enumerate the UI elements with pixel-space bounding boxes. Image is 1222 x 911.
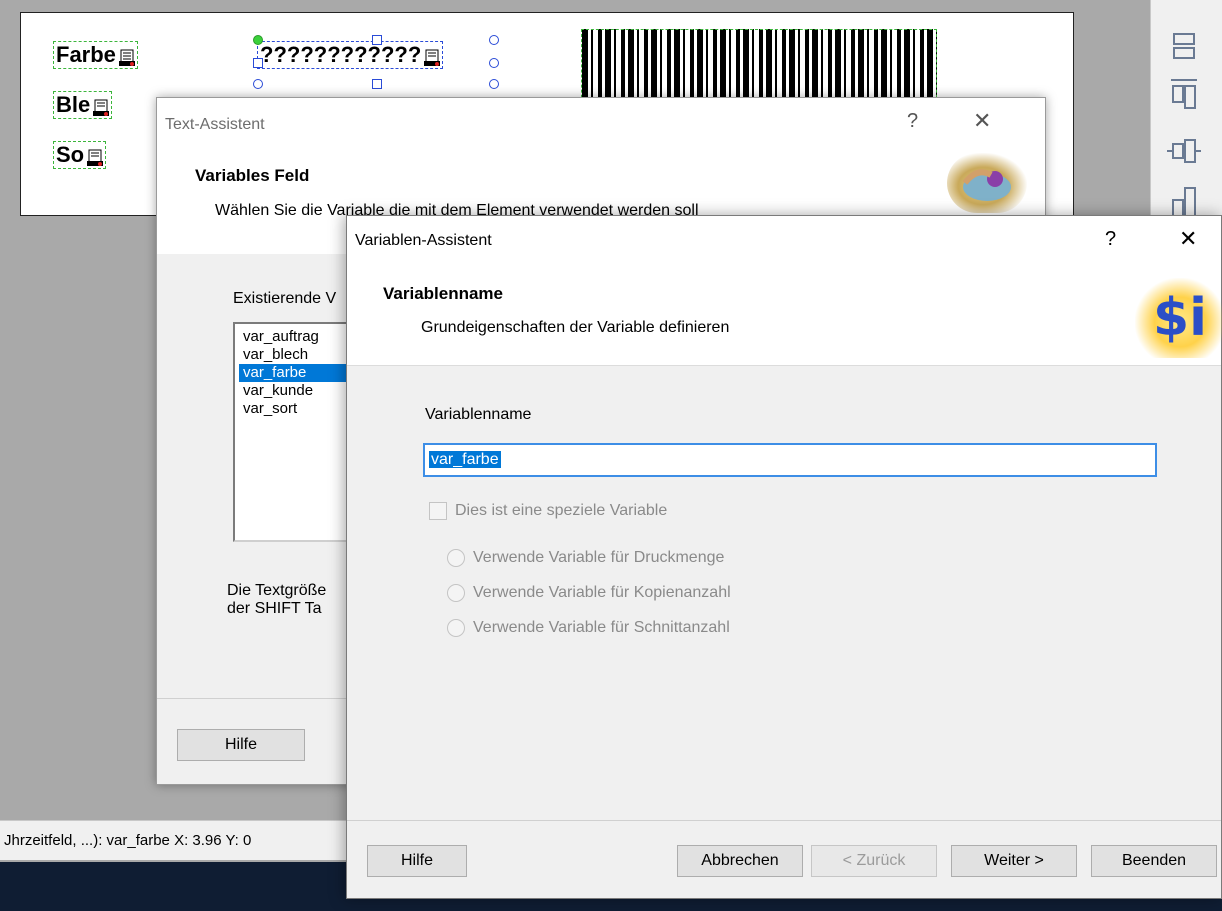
- divider: [347, 820, 1221, 821]
- resize-handle-bottom-right[interactable]: [489, 79, 499, 89]
- variable-assistant-dialog: Variablen-Assistent ? ✕ Variablenname Gr…: [346, 215, 1222, 899]
- wizard-logo: [947, 153, 1027, 213]
- printer-icon: [118, 47, 135, 67]
- canvas-field-text: Farbe: [56, 42, 116, 67]
- close-icon[interactable]: ✕: [973, 108, 991, 134]
- radio-cut-count[interactable]: [447, 619, 465, 637]
- special-variable-label: Dies ist eine speziele Variable: [455, 502, 668, 519]
- align-center-icon[interactable]: [1165, 126, 1203, 176]
- printer-icon: [93, 97, 110, 117]
- variable-name-value: var_farbe: [429, 451, 501, 468]
- resize-handle-top-right[interactable]: [489, 35, 499, 45]
- help-control[interactable]: ?: [907, 110, 918, 133]
- help-button[interactable]: Hilfe: [367, 845, 467, 877]
- align-top-icon[interactable]: [1165, 20, 1203, 70]
- special-variable-checkbox[interactable]: [429, 502, 447, 520]
- close-icon[interactable]: ✕: [1179, 226, 1197, 252]
- radio-label-copy-count: Verwende Variable für Kopienanzahl: [473, 584, 731, 601]
- back-button[interactable]: < Zurück: [811, 845, 937, 877]
- canvas-field-text: ????????????: [260, 42, 422, 67]
- printer-icon: [87, 147, 104, 167]
- variable-name-input[interactable]: var_farbe: [423, 443, 1157, 477]
- help-button[interactable]: Hilfe: [177, 729, 305, 761]
- finish-button[interactable]: Beenden: [1091, 845, 1217, 877]
- dialog-heading: Variables Feld: [195, 166, 310, 185]
- hint-text-line2: der SHIFT Ta: [227, 600, 322, 617]
- si-logo: $i: [1135, 278, 1222, 358]
- canvas-field-farbe[interactable]: Farbe: [53, 41, 138, 69]
- dialog-heading: Variablenname: [383, 284, 504, 303]
- dialog-title: Variablen-Assistent: [355, 232, 492, 249]
- canvas-field-sort[interactable]: So: [53, 141, 107, 169]
- cancel-button[interactable]: Abbrechen: [677, 845, 803, 877]
- status-text: Jhrzeitfeld, ...): var_farbe X: 3.96 Y: …: [4, 832, 252, 849]
- canvas-field-text: So: [56, 142, 85, 167]
- align-columns-icon[interactable]: [1165, 72, 1203, 122]
- help-control[interactable]: ?: [1105, 228, 1116, 251]
- canvas-field-blech[interactable]: Ble: [53, 91, 113, 119]
- resize-handle-right[interactable]: [489, 58, 499, 68]
- existing-variables-label: Existierende V: [233, 290, 337, 307]
- resize-handle-bottom-left[interactable]: [253, 79, 263, 89]
- radio-label-cut-count: Verwende Variable für Schnittanzahl: [473, 619, 730, 636]
- next-button[interactable]: Weiter >: [951, 845, 1077, 877]
- canvas-field-text: Ble: [56, 92, 91, 117]
- hint-text-line1: Die Textgröße: [227, 582, 327, 599]
- resize-handle-left[interactable]: [253, 58, 263, 68]
- dialog-title: Text-Assistent: [165, 116, 265, 133]
- radio-label-print-quantity: Verwende Variable für Druckmenge: [473, 549, 725, 566]
- dialog-subheading: Grundeigenschaften der Variable definier…: [421, 319, 730, 336]
- status-bar: Jhrzeitfeld, ...): var_farbe X: 3.96 Y: …: [0, 820, 360, 860]
- rotate-handle[interactable]: [253, 35, 263, 45]
- radio-copy-count[interactable]: [447, 584, 465, 602]
- radio-print-quantity[interactable]: [447, 549, 465, 567]
- resize-handle-bottom[interactable]: [372, 79, 382, 89]
- resize-handle-top[interactable]: [372, 35, 382, 45]
- variable-name-label: Variablenname: [425, 406, 532, 423]
- printer-icon: [424, 47, 441, 67]
- canvas-field-selected[interactable]: ????????????: [257, 41, 444, 69]
